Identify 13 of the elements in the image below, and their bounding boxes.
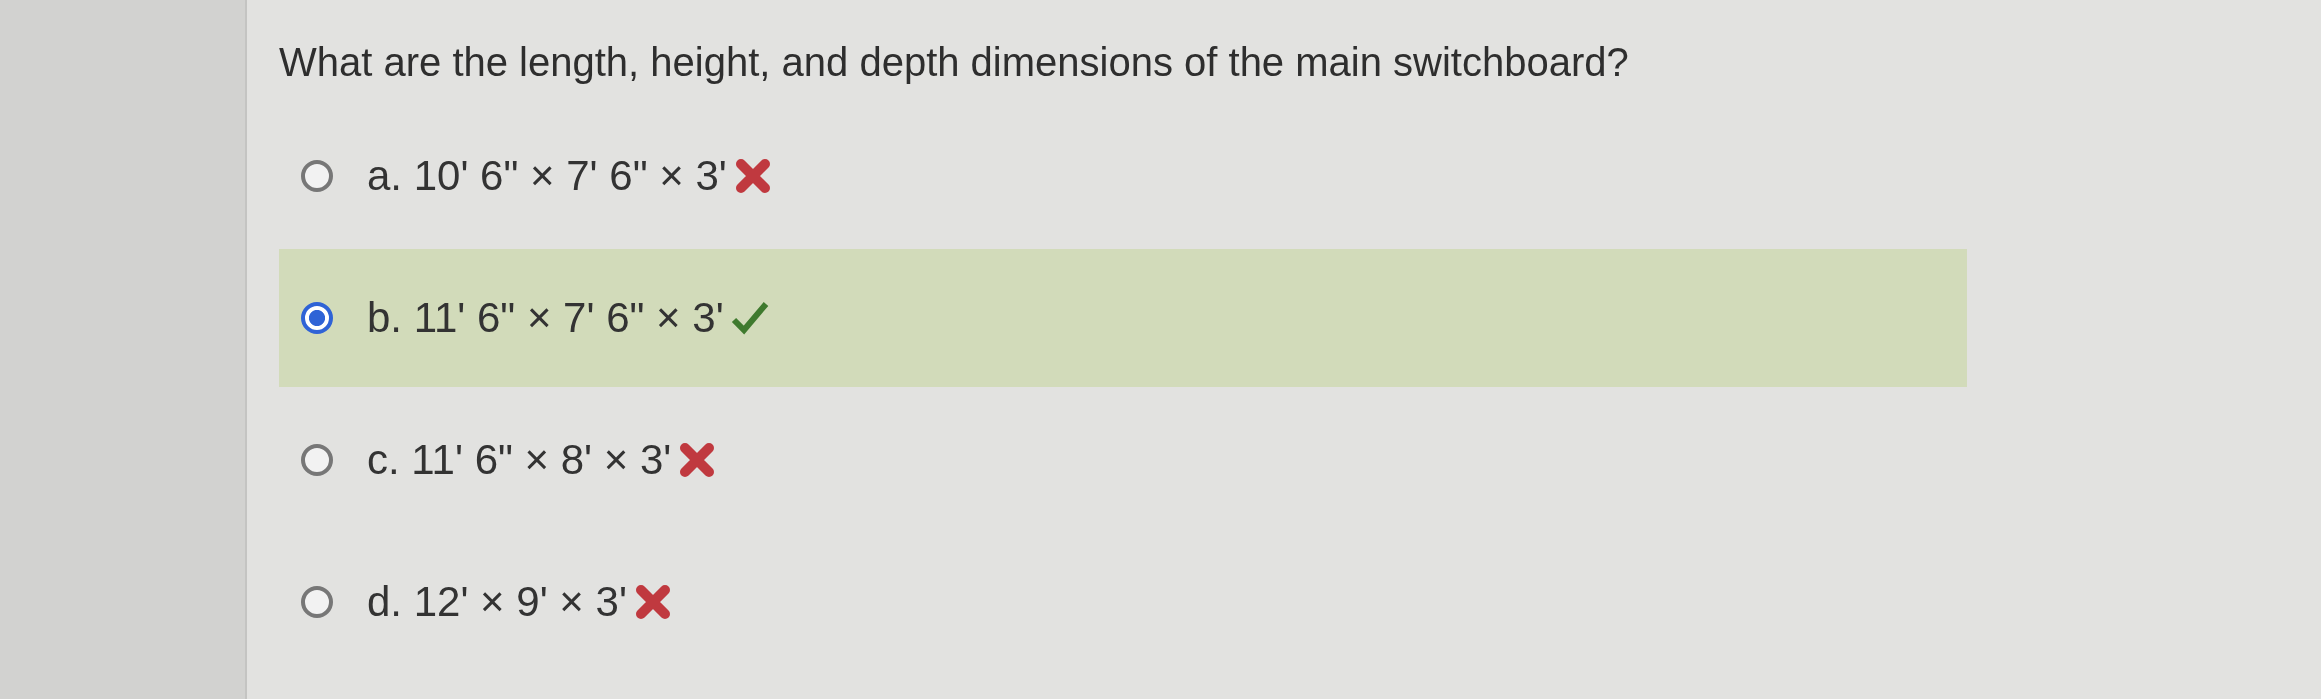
answer-option[interactable]: b. 11' 6" × 7' 6" × 3' xyxy=(279,249,1967,387)
radio-button[interactable] xyxy=(301,302,333,334)
question-text: What are the length, height, and depth dimensions of the main switchboard? xyxy=(279,40,1630,85)
answer-label: a. 10' 6" × 7' 6" × 3' xyxy=(367,152,727,200)
answer-option[interactable]: c. 11' 6" × 8' × 3' xyxy=(279,391,1967,529)
answer-label: c. 11' 6" × 8' × 3' xyxy=(367,436,672,484)
answer-option[interactable]: d. 12' × 9' × 3' xyxy=(279,533,1967,671)
radio-button[interactable] xyxy=(301,586,333,618)
answer-option[interactable]: a. 10' 6" × 7' 6" × 3' xyxy=(279,107,1967,245)
radio-button[interactable] xyxy=(301,160,333,192)
answer-label: b. 11' 6" × 7' 6" × 3' xyxy=(367,294,724,342)
radio-button[interactable] xyxy=(301,444,333,476)
answer-label: d. 12' × 9' × 3' xyxy=(367,578,627,626)
